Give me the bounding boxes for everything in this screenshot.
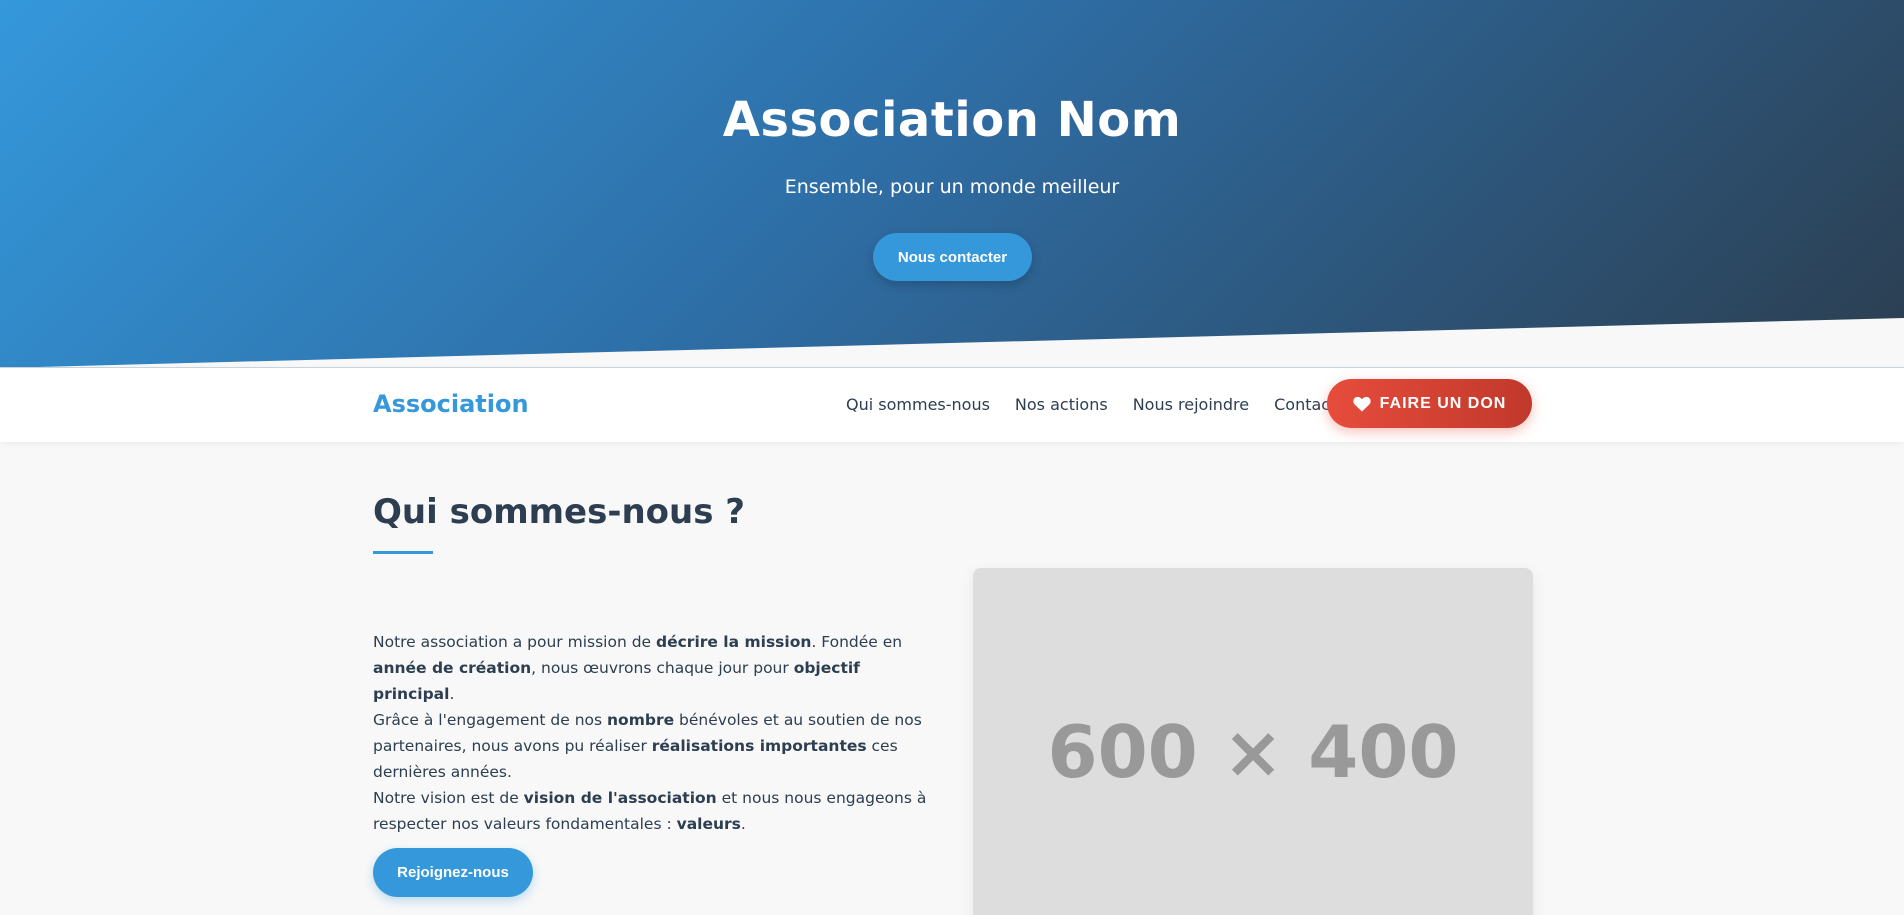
about-paragraph-3: Notre vision est de vision de l'associat… xyxy=(373,789,927,833)
hero-banner: Association Nom Ensemble, pour un monde … xyxy=(0,0,1904,368)
heart-icon xyxy=(1353,396,1371,412)
hero-subtitle: Ensemble, pour un monde meilleur xyxy=(784,176,1120,198)
nav-link-nos-actions[interactable]: Nos actions xyxy=(1015,395,1108,414)
about-paragraph-1: Notre association a pour mission de décr… xyxy=(373,633,903,703)
site-logo[interactable]: Association xyxy=(373,390,529,418)
join-button[interactable]: Rejoignez-nous xyxy=(373,848,533,897)
main-navbar: Association Qui sommes-nous Nos actions … xyxy=(0,367,1904,442)
donate-label: FAIRE UN DON xyxy=(1379,394,1507,412)
about-text: Notre association a pour mission de décr… xyxy=(373,629,933,837)
hero-title: Association Nom xyxy=(722,92,1182,148)
placeholder-image-label: 600 × 400 xyxy=(1047,710,1459,794)
about-paragraph-2: Grâce à l'engagement de nos nombre bénév… xyxy=(373,711,922,781)
contact-button[interactable]: Nous contacter xyxy=(873,233,1032,281)
nav-link-qui-sommes-nous[interactable]: Qui sommes-nous xyxy=(846,395,990,414)
section-title: Qui sommes-nous ? xyxy=(373,492,746,532)
placeholder-image: 600 × 400 xyxy=(973,568,1533,915)
nav-link-nous-rejoindre[interactable]: Nous rejoindre xyxy=(1133,395,1249,414)
donate-button[interactable]: FAIRE UN DON xyxy=(1327,379,1532,428)
title-underline xyxy=(373,551,433,554)
nav-links: Qui sommes-nous Nos actions Nous rejoind… xyxy=(846,395,1361,414)
